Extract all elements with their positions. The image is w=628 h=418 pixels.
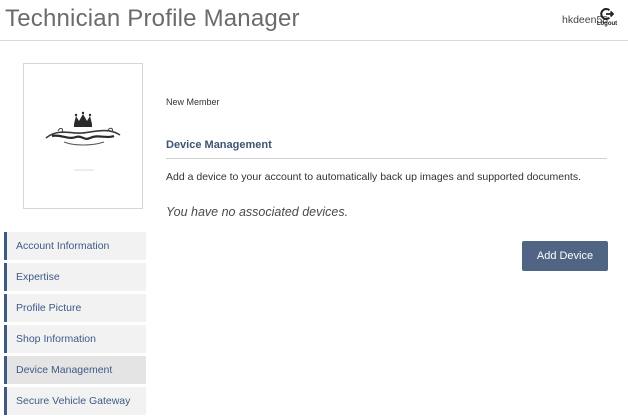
section-divider (166, 158, 607, 159)
app-header: Technician Profile Manager hkdeen58 Logo… (0, 0, 628, 41)
logout-label: Logout (596, 21, 618, 27)
logout-button[interactable]: Logout (594, 7, 620, 31)
empty-devices-message: You have no associated devices. (166, 205, 349, 219)
page-title: Technician Profile Manager (5, 5, 300, 32)
sidebar-nav: Account Information Expertise Profile Pi… (4, 232, 146, 418)
section-description: Add a device to your account to automati… (166, 171, 581, 183)
section-title: Device Management (166, 139, 272, 151)
crown-logo (45, 111, 121, 171)
sidebar-item-profile-picture[interactable]: Profile Picture (4, 294, 146, 322)
sidebar-item-device-management[interactable]: Device Management (4, 356, 146, 384)
logout-icon (600, 8, 614, 20)
member-status: New Member (166, 97, 220, 107)
sidebar-item-expertise[interactable]: Expertise (4, 263, 146, 291)
profile-picture (23, 63, 143, 209)
sidebar-item-shop-information[interactable]: Shop Information (4, 325, 146, 353)
sidebar-item-account-information[interactable]: Account Information (4, 232, 146, 260)
add-device-button[interactable]: Add Device (522, 241, 608, 271)
sidebar-item-secure-vehicle-gateway[interactable]: Secure Vehicle Gateway (4, 387, 146, 415)
